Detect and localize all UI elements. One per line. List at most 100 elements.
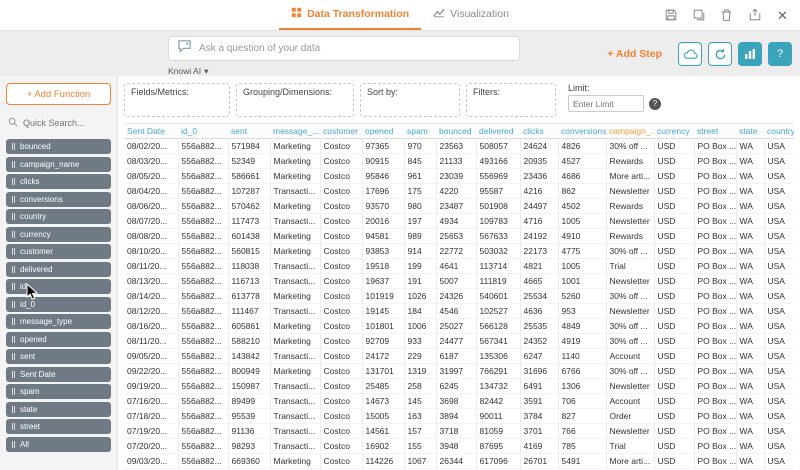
field-pill-id_0[interactable]: id_0 [6, 297, 111, 312]
field-pill-currency[interactable]: currency [6, 227, 111, 242]
column-header-currency[interactable]: currency [654, 124, 694, 139]
cell: 560815 [228, 244, 270, 259]
field-pill-customer[interactable]: customer [6, 244, 111, 259]
field-pill-message_type[interactable]: message_type [6, 314, 111, 329]
field-pill-delivered[interactable]: delivered [6, 262, 111, 277]
cell: 87695 [476, 439, 520, 454]
cell: 08/13/20... [124, 274, 178, 289]
column-header-delivered[interactable]: delivered [476, 124, 520, 139]
field-pill-id[interactable]: id [6, 279, 111, 294]
field-pill-bounced[interactable]: bounced [6, 139, 111, 154]
field-pill-street[interactable]: street [6, 419, 111, 434]
cell: 93570 [362, 199, 404, 214]
add-function-button[interactable]: + Add Function [6, 83, 111, 105]
cell: 4546 [436, 304, 476, 319]
filters-dropzone[interactable]: Filters: [466, 83, 556, 117]
field-pill-state[interactable]: state [6, 402, 111, 417]
field-pill-label: sent [20, 352, 35, 361]
column-header-sent_date[interactable]: Sent Date [124, 124, 178, 139]
field-pill-label: conversions [20, 195, 63, 204]
column-header-state[interactable]: state [736, 124, 764, 139]
column-header-conversions[interactable]: conversions [558, 124, 606, 139]
column-header-customer[interactable]: customer [320, 124, 362, 139]
cell: 24192 [520, 229, 558, 244]
cell: 4919 [558, 334, 606, 349]
field-pill-all[interactable]: All [6, 437, 111, 452]
column-header-sent[interactable]: sent [228, 124, 270, 139]
cell: 706 [558, 394, 606, 409]
cell: PO Box ... [694, 154, 736, 169]
cell: 90915 [362, 154, 404, 169]
field-pill-campaign_name[interactable]: campaign_name [6, 157, 111, 172]
cell: Marketing [270, 334, 320, 349]
field-pill-clicks[interactable]: clicks [6, 174, 111, 189]
cell: 586661 [228, 169, 270, 184]
sort-by-dropzone[interactable]: Sort by: [360, 83, 460, 117]
field-pill-spam[interactable]: spam [6, 384, 111, 399]
knowi-ai-select[interactable]: Knowi AI ▾ [168, 66, 208, 77]
cell: USA [764, 154, 794, 169]
cell: 102527 [476, 304, 520, 319]
tab-data-transformation[interactable]: Data Transformation [279, 0, 421, 30]
field-pill-sent_date[interactable]: Sent Date [6, 367, 111, 382]
cell: USA [764, 229, 794, 244]
stats-button[interactable] [738, 42, 762, 66]
transform-panels: Fields/Metrics: Grouping/Dimensions: Sor… [124, 83, 794, 117]
cell: 08/12/20... [124, 304, 178, 319]
chart-icon [433, 7, 445, 21]
cell: WA [736, 214, 764, 229]
cell: USD [654, 319, 694, 334]
column-header-street[interactable]: street [694, 124, 736, 139]
cell: 08/04/20... [124, 184, 178, 199]
add-step-button[interactable]: + Add Step [607, 48, 662, 60]
cell: USD [654, 244, 694, 259]
cell: 145 [404, 394, 436, 409]
limit-input[interactable] [568, 95, 644, 112]
sidebar: + Add Function bounced campaign_nameclick… [0, 76, 118, 470]
limit-help-icon[interactable]: ? [649, 98, 661, 110]
save-icon[interactable] [663, 8, 678, 23]
cell: Transacti... [270, 379, 320, 394]
cell: 766 [558, 424, 606, 439]
cell: 95846 [362, 169, 404, 184]
duplicate-icon[interactable] [691, 8, 706, 23]
cell: 25534 [520, 289, 558, 304]
column-header-spam[interactable]: spam [404, 124, 436, 139]
quick-search-input[interactable] [23, 118, 105, 128]
cell: Costco [320, 424, 362, 439]
cell: PO Box ... [694, 379, 736, 394]
field-pill-sent[interactable]: sent [6, 349, 111, 364]
field-pill-conversions[interactable]: conversions [6, 192, 111, 207]
cloud-upload-button[interactable] [678, 42, 702, 66]
export-icon[interactable] [747, 8, 762, 23]
field-list: bounced campaign_nameclicks conversions cou… [6, 139, 111, 452]
cell: 1140 [558, 349, 606, 364]
column-header-bounced[interactable]: bounced [436, 124, 476, 139]
fields-metrics-dropzone[interactable]: Fields/Metrics: [124, 83, 230, 117]
delete-icon[interactable] [719, 8, 734, 23]
ask-question-input[interactable]: Ask a question of your data [168, 36, 520, 61]
cell: PO Box ... [694, 319, 736, 334]
cell: Rewards [606, 199, 654, 214]
cell: Costco [320, 214, 362, 229]
cell: USA [764, 379, 794, 394]
help-button[interactable]: ? [768, 42, 792, 66]
close-icon[interactable]: ✕ [775, 8, 790, 23]
column-header-opened[interactable]: opened [362, 124, 404, 139]
column-header-id_0[interactable]: id_0 [178, 124, 228, 139]
cell: WA [736, 334, 764, 349]
column-header-country[interactable]: country [764, 124, 794, 139]
field-pill-opened[interactable]: opened [6, 332, 111, 347]
tab-visualization[interactable]: Visualization [421, 0, 521, 30]
cell: 571984 [228, 139, 270, 154]
refresh-button[interactable] [708, 42, 732, 66]
cell: 556a882... [178, 304, 228, 319]
cell: 08/14/20... [124, 289, 178, 304]
column-header-message_[interactable]: message_... [270, 124, 320, 139]
grouping-dimensions-dropzone[interactable]: Grouping/Dimensions: [236, 83, 354, 117]
column-header-campaign_[interactable]: campaign_... [606, 124, 654, 139]
field-pill-country[interactable]: country [6, 209, 111, 224]
drag-handle-icon [12, 266, 15, 273]
cell: 567341 [476, 334, 520, 349]
column-header-clicks[interactable]: clicks [520, 124, 558, 139]
